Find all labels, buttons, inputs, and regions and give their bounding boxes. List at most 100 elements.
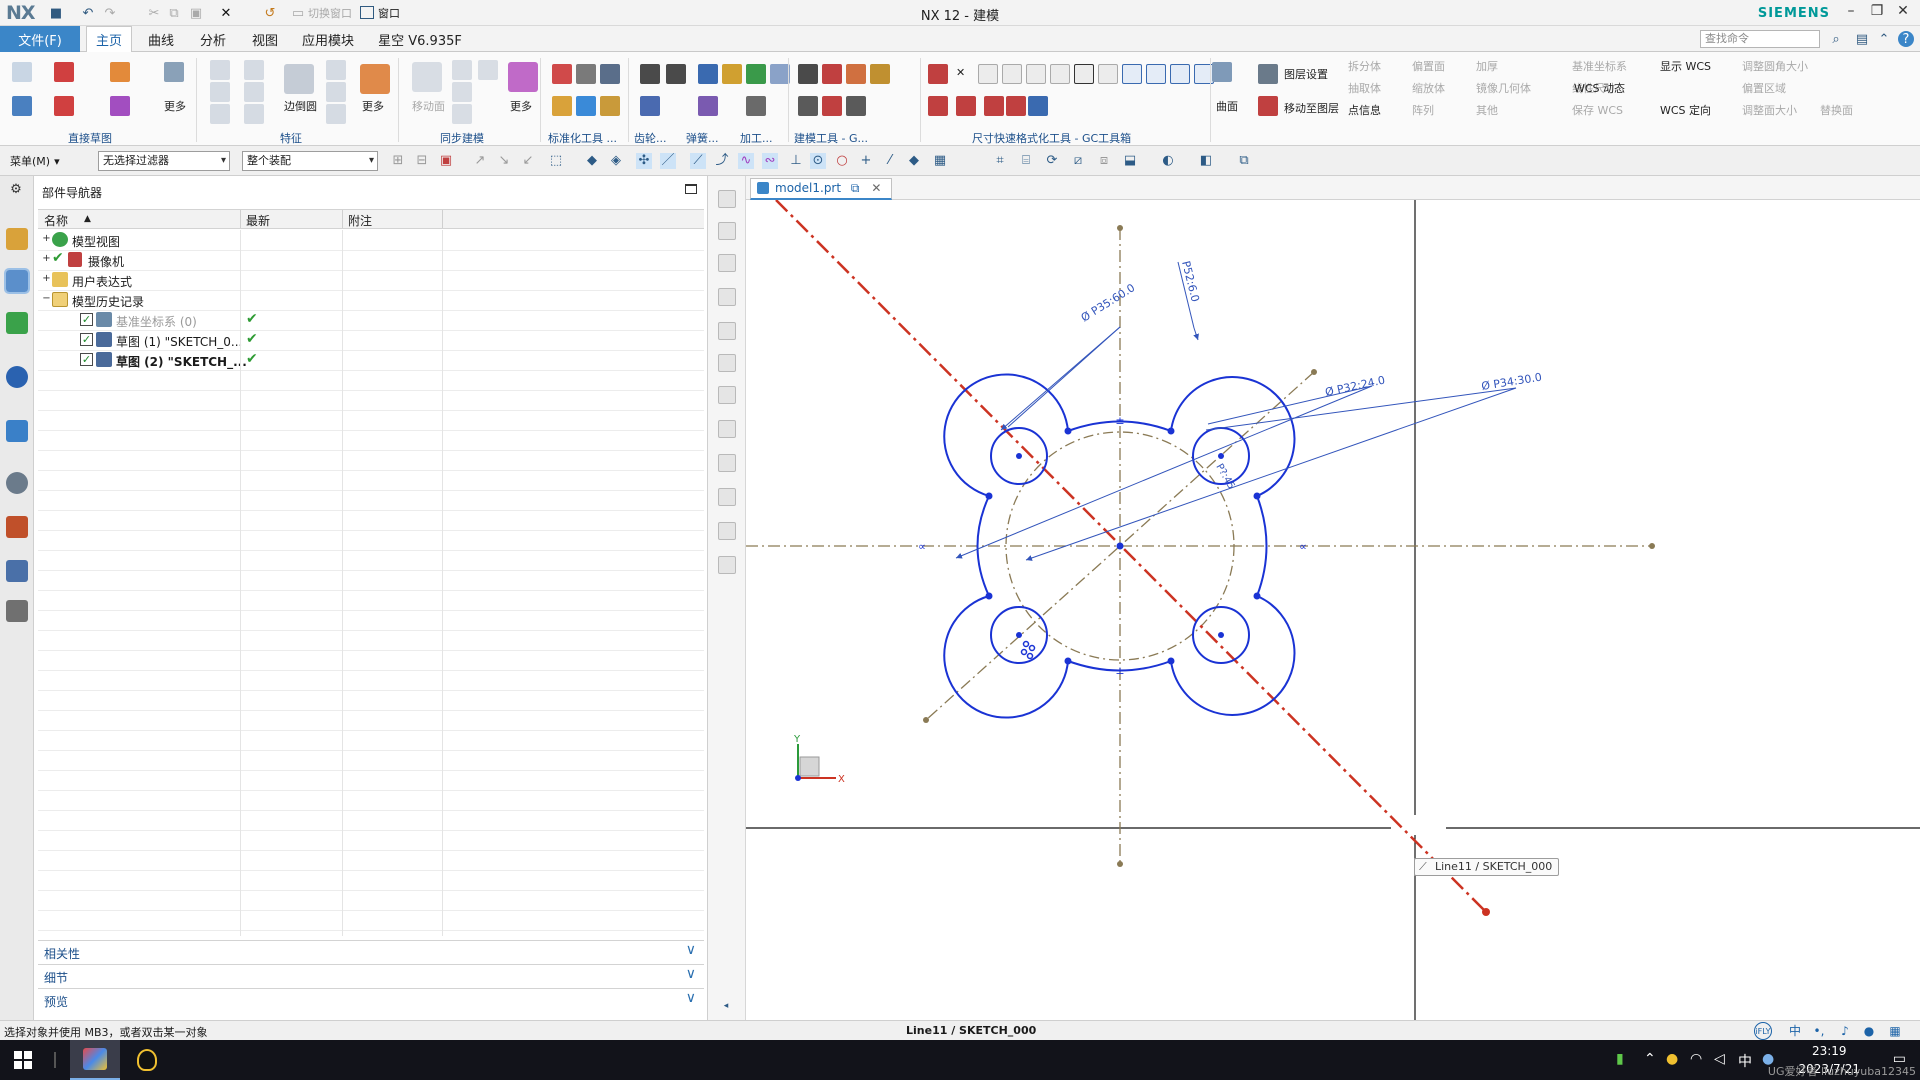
dim-format-icon-5[interactable] xyxy=(928,96,948,116)
draft-icon[interactable] xyxy=(326,82,346,102)
gear-3-icon[interactable] xyxy=(640,96,660,116)
save-icon[interactable]: ■ xyxy=(48,5,64,21)
tab-analysis[interactable]: 分析 xyxy=(192,26,234,52)
point-info-button[interactable]: 点信息 xyxy=(1348,102,1381,118)
intersect-icon[interactable] xyxy=(244,104,264,124)
help-icon[interactable]: ? xyxy=(1898,31,1914,47)
sketch-canvas[interactable]: ± ± ∝ ∝ Ø P35:60.0 P52:6.0 P?:45 Ø P32:2… xyxy=(746,200,1920,1020)
sketch-point[interactable] xyxy=(1167,657,1175,665)
sketch-constraint-icon[interactable] xyxy=(164,62,184,82)
shell-icon[interactable] xyxy=(326,104,346,124)
delete-icon[interactable]: ✕ xyxy=(218,5,234,21)
modeling-tool-icon-1[interactable] xyxy=(798,64,818,84)
maximize-panel-icon[interactable] xyxy=(685,184,697,194)
std-tool-icon-1[interactable] xyxy=(552,64,572,84)
chevron-down-icon[interactable]: ∨ xyxy=(686,990,696,1006)
machining-icon-3[interactable] xyxy=(746,96,766,116)
web-browser-icon[interactable] xyxy=(6,420,28,442)
save-wcs-button[interactable]: 保存 WCS xyxy=(1572,102,1623,118)
undock-icon[interactable]: ⧉ xyxy=(851,181,860,195)
reuse-library-icon[interactable] xyxy=(6,312,28,334)
selected-line-line11[interactable] xyxy=(775,200,1487,913)
more-sync-icon[interactable] xyxy=(508,62,538,92)
revolve-icon[interactable] xyxy=(210,82,230,102)
dim-fit-icon-2[interactable] xyxy=(1146,64,1166,84)
column-latest[interactable]: 最新 xyxy=(246,212,270,229)
windows-start-icon[interactable] xyxy=(14,1051,32,1069)
other-button[interactable]: 其他 xyxy=(1476,102,1498,118)
chevron-down-icon[interactable]: ∨ xyxy=(686,942,696,958)
dim-paren-icon[interactable] xyxy=(1098,64,1118,84)
dimension-line-d5[interactable] xyxy=(1205,387,1517,431)
column-separator[interactable] xyxy=(442,210,443,228)
view-top-icon[interactable] xyxy=(718,322,736,340)
layer-settings-button[interactable]: 图层设置 xyxy=(1284,66,1328,82)
modeling-tool-icon-5[interactable] xyxy=(798,96,818,116)
search-icon[interactable]: ⌕ xyxy=(1828,31,1844,47)
std-tool-icon-3[interactable] xyxy=(600,64,620,84)
hole-center-point[interactable] xyxy=(1218,632,1224,638)
split-body-button[interactable]: 拆分体 xyxy=(1348,58,1381,74)
panel-preview[interactable]: 预览 ∨ xyxy=(38,988,704,1011)
view-section-icon[interactable] xyxy=(718,556,736,574)
redo-icon[interactable]: ↷ xyxy=(102,5,118,21)
pattern-button[interactable]: 阵列 xyxy=(1412,102,1434,118)
panel-details[interactable]: 细节 ∨ xyxy=(38,964,704,987)
tree-node-model-views[interactable]: + 模型视图 xyxy=(38,230,704,250)
sketch-point[interactable] xyxy=(1253,592,1261,600)
column-notes[interactable]: 附注 xyxy=(348,212,372,229)
snap-icon-6[interactable]: ↙ xyxy=(520,153,536,169)
ime-menu-icon[interactable]: ▦ xyxy=(1886,1022,1904,1040)
pull-face-icon[interactable] xyxy=(452,60,472,80)
subtract-icon[interactable] xyxy=(244,82,264,102)
modeling-tool-icon-6[interactable] xyxy=(822,96,842,116)
wcs-dynamic-button[interactable]: WCS 动态 xyxy=(1574,80,1625,96)
dim-fit-icon-1[interactable] xyxy=(1122,64,1142,84)
main-menu-button[interactable]: 菜单(M) ▾ xyxy=(4,151,84,171)
hole-icon[interactable] xyxy=(210,104,230,124)
datum-csys-button[interactable]: 基准坐标系 xyxy=(1572,58,1627,74)
centerline-endpoint[interactable] xyxy=(923,717,929,723)
quadrant-icon[interactable]: ⊥ xyxy=(788,153,804,169)
snap-icon-5[interactable]: ↘ xyxy=(496,153,512,169)
expand-icon[interactable]: + xyxy=(42,234,51,244)
spline-point-icon[interactable]: ∾ xyxy=(762,153,778,169)
modeling-tool-icon-7[interactable] xyxy=(846,96,866,116)
rotate-icon[interactable]: ⟳ xyxy=(1044,153,1060,169)
more-features-icon[interactable] xyxy=(360,64,390,94)
graphics-window[interactable]: ± ± ∝ ∝ Ø P35:60.0 P52:6.0 P?:45 Ø P32:2… xyxy=(746,200,1920,1020)
hole-center-point[interactable] xyxy=(1218,453,1224,459)
restore-icon[interactable]: ❐ xyxy=(1866,3,1888,23)
snap-icon-1[interactable]: ⊞ xyxy=(390,153,406,169)
finish-sketch-icon[interactable] xyxy=(12,96,32,116)
history-clock-icon[interactable] xyxy=(6,472,28,494)
adjust-blend-button[interactable]: 调整圆角大小 xyxy=(1742,58,1808,74)
file-menu-tab[interactable]: 文件(F) xyxy=(0,26,80,52)
view-iso-icon[interactable] xyxy=(718,386,736,404)
point-on-face-icon[interactable]: ◆ xyxy=(906,153,922,169)
sketch-point[interactable] xyxy=(985,592,993,600)
window-menu-label[interactable]: 窗口 xyxy=(378,5,400,21)
window-menu-icon[interactable] xyxy=(360,6,374,19)
dim-format-icon-1[interactable] xyxy=(928,64,948,84)
move-to-layer-icon[interactable] xyxy=(1258,96,1278,116)
view-zoom-icon[interactable] xyxy=(718,222,736,240)
expand-icon[interactable]: + xyxy=(42,274,51,284)
expand-icon[interactable]: + xyxy=(42,254,51,264)
dim-fit-icon-4[interactable] xyxy=(1194,64,1214,84)
snap-icon-2[interactable]: ⊟ xyxy=(414,153,430,169)
view-fit-icon[interactable] xyxy=(718,190,736,208)
ime-chinese-icon[interactable]: 中 xyxy=(1786,1022,1804,1040)
endpoint-icon[interactable]: ／ xyxy=(660,153,676,169)
trim-icon[interactable] xyxy=(110,96,130,116)
system-materials-icon[interactable] xyxy=(6,516,28,538)
ime-punct-icon[interactable]: •, xyxy=(1810,1022,1828,1040)
repeat-command-icon[interactable]: ↺ xyxy=(262,5,278,21)
copy-icon[interactable]: ⧉ xyxy=(166,5,182,21)
rectangle-icon[interactable] xyxy=(54,96,74,116)
chevron-down-icon[interactable]: ∨ xyxy=(686,966,696,982)
wcs-orient-button[interactable]: WCS 定向 xyxy=(1660,102,1711,118)
view-icon-2[interactable]: ⌸ xyxy=(1018,153,1034,169)
tab-curve[interactable]: 曲线 xyxy=(140,26,182,52)
ime-logo-icon[interactable]: iFLY xyxy=(1754,1022,1772,1040)
